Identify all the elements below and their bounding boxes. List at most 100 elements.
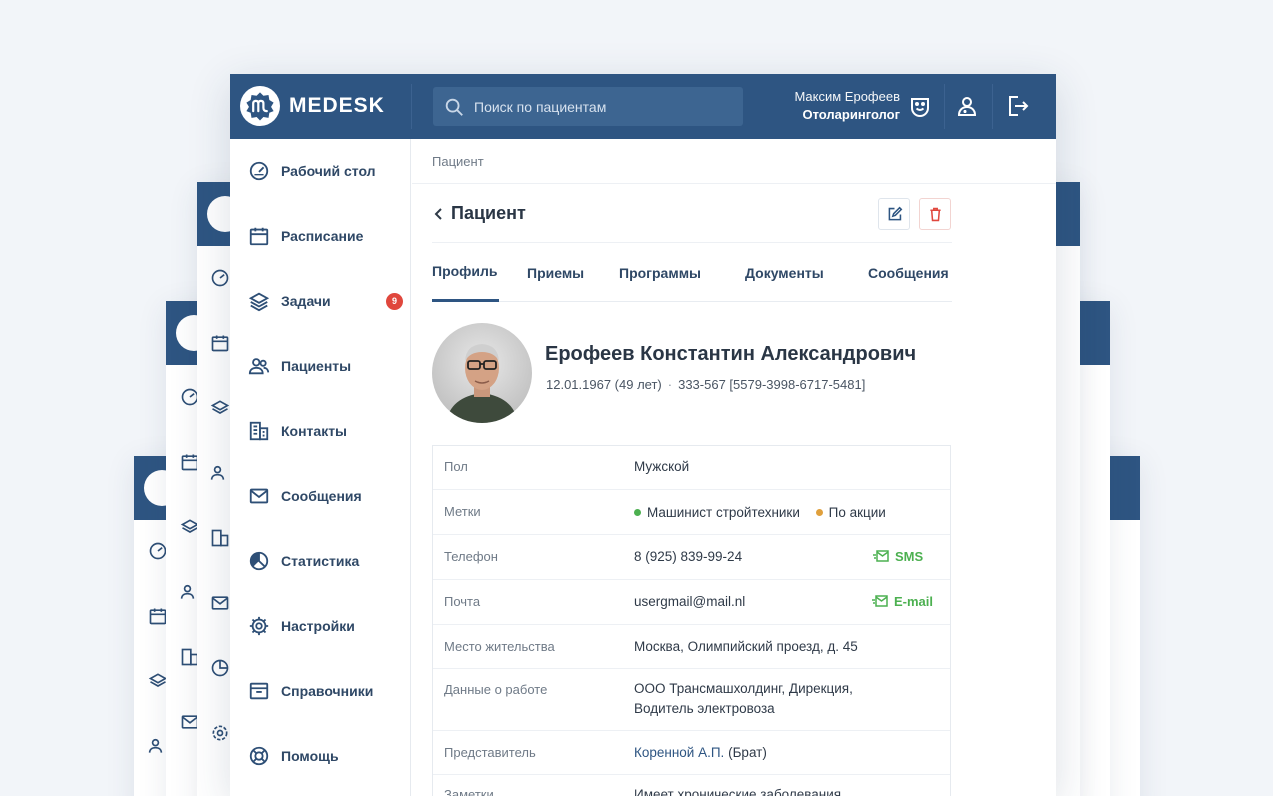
layers-icon <box>248 290 270 312</box>
current-user[interactable]: Максим Ерофеев Отоларинголог <box>778 88 900 124</box>
gear-icon <box>210 723 230 743</box>
gear-icon <box>248 615 270 637</box>
lifebuoy-icon <box>248 745 270 767</box>
chevron-left-icon[interactable] <box>432 207 446 221</box>
divider <box>944 84 945 129</box>
main-content: Пациент Пациент Профиль Приемы Программы… <box>412 139 1056 796</box>
brand[interactable]: MEDESK <box>240 86 385 126</box>
logout-icon[interactable] <box>1004 93 1030 119</box>
info-value: Имеет хронические заболевания <box>634 787 842 796</box>
search-icon <box>443 96 465 118</box>
representative-relation: (Брат) <box>728 745 767 760</box>
top-bar: MEDESK Максим Ерофеев Отоларинголог <box>230 74 1056 139</box>
breadcrumb: Пациент <box>412 139 1056 184</box>
email-label: E-mail <box>894 593 934 609</box>
page-title: Пациент <box>451 203 526 223</box>
tab-bar: Профиль Приемы Программы Документы Сообщ… <box>432 243 952 302</box>
sidebar-item-label: Контакты <box>281 423 348 439</box>
sidebar-item-messages[interactable]: Сообщения <box>230 476 411 516</box>
info-label: Почта <box>444 594 481 609</box>
sidebar-item-label: Помощь <box>281 748 339 764</box>
send-email-button[interactable]: E-mail <box>872 593 933 609</box>
tab-documents[interactable]: Документы <box>745 243 824 302</box>
sidebar-item-help[interactable]: Помощь <box>230 736 411 776</box>
tag-item: Машинист стройтехники <box>634 503 800 523</box>
brand-name: MEDESK <box>289 94 385 117</box>
info-row-representative: Представитель Коренной А.П. (Брат) <box>433 731 950 775</box>
info-label: Заметки <box>444 787 494 796</box>
email-value: usergmail@mail.nl <box>634 594 746 609</box>
info-value: Коренной А.П. (Брат) <box>634 743 767 763</box>
avatar <box>432 323 532 423</box>
delete-button[interactable] <box>919 198 951 230</box>
layers-icon <box>210 398 230 418</box>
tag-item: По акции <box>815 503 886 523</box>
send-sms-button[interactable]: SMS <box>873 548 923 564</box>
info-value: ООО Трансмашхолдинг, Дирекция, Водитель … <box>634 679 853 719</box>
send-message-icon <box>873 550 889 562</box>
send-message-icon <box>872 595 888 607</box>
dashboard-gauge-icon <box>248 160 270 182</box>
buildings-icon <box>210 528 230 548</box>
users-icon <box>248 355 270 377</box>
divider <box>992 84 993 129</box>
patient-search[interactable] <box>433 87 743 126</box>
sidebar-item-schedule[interactable]: Расписание <box>230 216 411 256</box>
info-row-tags: Метки Машинист стройтехники По акции <box>433 490 950 535</box>
divider <box>411 84 412 129</box>
tab-appointments[interactable]: Приемы <box>527 243 584 302</box>
pie-chart-icon <box>248 550 270 572</box>
buildings-icon <box>248 420 270 442</box>
info-label: Метки <box>444 504 481 519</box>
patient-id: 333-567 [5579-3998-6717-5481] <box>678 377 866 392</box>
sidebar-item-statistics[interactable]: Статистика <box>230 541 411 581</box>
app-window: MEDESK Максим Ерофеев Отоларинголог Раб <box>230 74 1056 796</box>
info-value: Москва, Олимпийский проезд, д. 45 <box>634 639 858 654</box>
doctor-profile-icon[interactable] <box>954 93 980 119</box>
sidebar-item-label: Рабочий стол <box>281 163 376 179</box>
sms-label: SMS <box>895 548 924 564</box>
dashboard-gauge-icon <box>210 268 230 288</box>
info-row-notes: Заметки Имеет хронические заболевания <box>433 775 950 796</box>
patient-birth-date: 12.01.1967 (49 лет) <box>546 377 662 392</box>
sidebar-item-label: Расписание <box>281 228 364 244</box>
tab-programs[interactable]: Программы <box>619 243 701 302</box>
envelope-icon <box>210 593 230 613</box>
smiley-face-icon[interactable] <box>907 93 933 119</box>
info-row-gender: Пол Мужской <box>433 446 950 490</box>
info-row-email: Почта usergmail@mail.nl E-mail <box>433 580 950 625</box>
sidebar-item-settings[interactable]: Настройки <box>230 606 411 646</box>
edit-button[interactable] <box>878 198 910 230</box>
trash-icon <box>929 207 941 221</box>
sidebar-item-contacts[interactable]: Контакты <box>230 411 411 451</box>
tag-dot <box>634 509 641 516</box>
pie-chart-icon <box>210 658 230 678</box>
dashboard-gauge-icon <box>148 541 168 561</box>
tab-messages[interactable]: Сообщения <box>868 243 949 302</box>
sidebar: Рабочий стол Расписание Задачи 9 Пациент… <box>230 139 411 796</box>
tab-profile[interactable]: Профиль <box>432 243 499 302</box>
work-line: ООО Трансмашхолдинг, Дирекция, <box>634 681 853 696</box>
tasks-count-badge: 9 <box>386 292 403 310</box>
sidebar-item-dashboard[interactable]: Рабочий стол <box>230 151 411 191</box>
user-role: Отоларинголог <box>802 107 901 122</box>
user-name: Максим Ерофеев <box>794 89 900 104</box>
archive-box-icon <box>248 680 270 702</box>
sidebar-item-tasks[interactable]: Задачи 9 <box>230 281 411 321</box>
representative-link[interactable]: Коренной А.П. <box>634 745 724 760</box>
tag-label: По акции <box>828 504 886 520</box>
sidebar-item-patients[interactable]: Пациенты <box>230 346 411 386</box>
tags-list: Машинист стройтехники По акции <box>634 502 886 523</box>
sidebar-item-references[interactable]: Справочники <box>230 671 411 711</box>
background-sidebar <box>197 246 231 796</box>
layers-icon <box>148 671 168 691</box>
sidebar-item-label: Настройки <box>281 618 355 634</box>
sidebar-item-label: Справочники <box>281 683 374 699</box>
info-label: Данные о работе <box>444 682 548 697</box>
info-label: Место жительства <box>444 639 555 654</box>
breadcrumb-item[interactable]: Пациент <box>432 154 484 169</box>
search-input[interactable] <box>474 98 734 115</box>
info-row-phone: Телефон 8 (925) 839-99-24 SMS <box>433 535 950 580</box>
info-label: Пол <box>444 459 468 474</box>
phone-value: 8 (925) 839-99-24 <box>634 549 743 564</box>
